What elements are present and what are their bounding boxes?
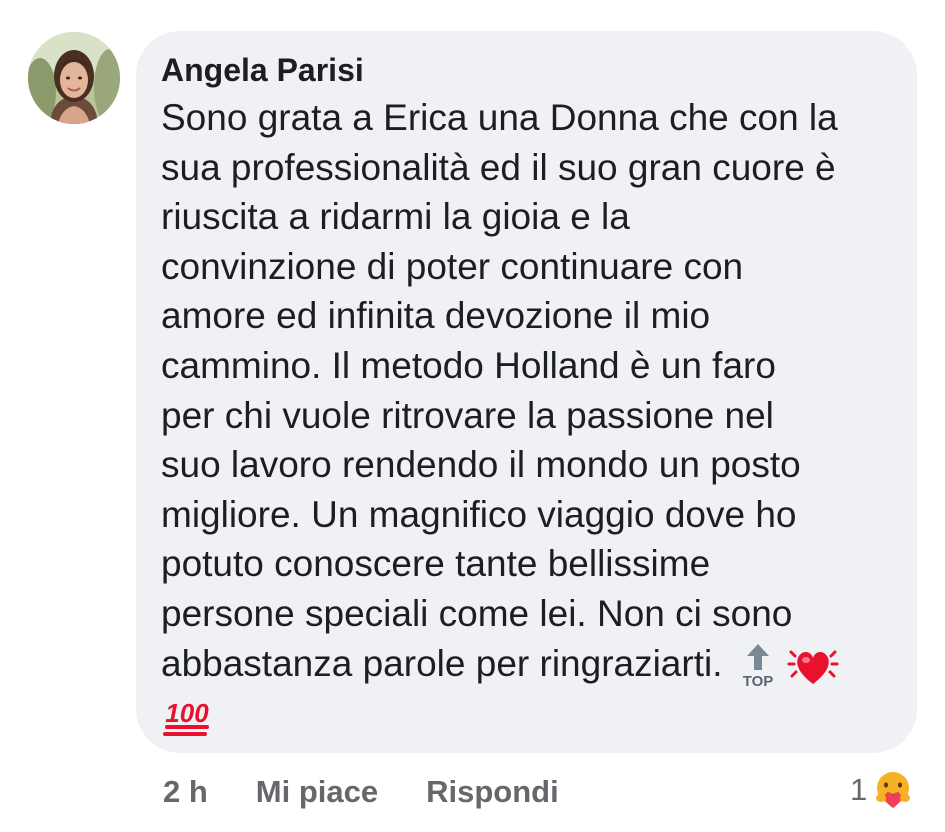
comment-line: amore ed infinita devozione il mio bbox=[161, 295, 711, 337]
comment-line: per chi vuole ritrovare la passione nel bbox=[161, 394, 774, 436]
care-reaction-icon bbox=[873, 770, 913, 810]
comment-actions: 2 h Mi piace Rispondi bbox=[163, 767, 559, 817]
like-button[interactable]: Mi piace bbox=[256, 774, 378, 810]
reply-button[interactable]: Rispondi bbox=[426, 774, 559, 810]
comment-author[interactable]: Angela Parisi bbox=[161, 51, 895, 89]
comment-text: Sono grata a Erica una Donna che con la … bbox=[161, 93, 895, 740]
comment-line: sua professionalità ed il suo gran cuore… bbox=[161, 146, 836, 188]
comment-line: suo lavoro rendendo il mondo un posto bbox=[161, 444, 801, 486]
comment-timestamp[interactable]: 2 h bbox=[163, 774, 208, 810]
comment-line: riuscita a ridarmi la gioia e la bbox=[161, 196, 630, 238]
hundred-points-emoji: 100 bbox=[161, 694, 213, 740]
comment-line-emoji: 100 bbox=[161, 690, 895, 740]
avatar[interactable] bbox=[28, 32, 120, 124]
reaction-count: 1 bbox=[850, 772, 868, 807]
top-emoji-text: TOP bbox=[742, 673, 773, 690]
comment-line-last: abbastanza parole per ringraziarti. TOP bbox=[161, 639, 895, 690]
comment-line-text: abbastanza parole per ringraziarti. bbox=[161, 642, 723, 684]
reaction-summary[interactable]: 1 bbox=[850, 765, 913, 815]
comment-line: Sono grata a Erica una Donna che con la bbox=[161, 97, 838, 138]
top-arrow-emoji: TOP bbox=[739, 642, 777, 690]
beating-heart-emoji bbox=[787, 642, 839, 690]
hundred-emoji-text: 100 bbox=[165, 698, 209, 728]
comment-line: migliore. Un magnifico viaggio dove ho bbox=[161, 493, 797, 535]
comment-bubble: Angela Parisi Sono grata a Erica una Don… bbox=[136, 31, 917, 753]
comment-line: convinzione di poter continuare con bbox=[161, 245, 744, 287]
comment-view: Angela Parisi Sono grata a Erica una Don… bbox=[0, 0, 945, 832]
comment-line: potuto conoscere tante bellissime bbox=[161, 543, 711, 585]
avatar-image bbox=[28, 32, 120, 124]
comment-line: cammino. Il metodo Holland è un faro bbox=[161, 344, 776, 386]
comment-line: persone speciali come lei. Non ci sono bbox=[161, 592, 793, 634]
